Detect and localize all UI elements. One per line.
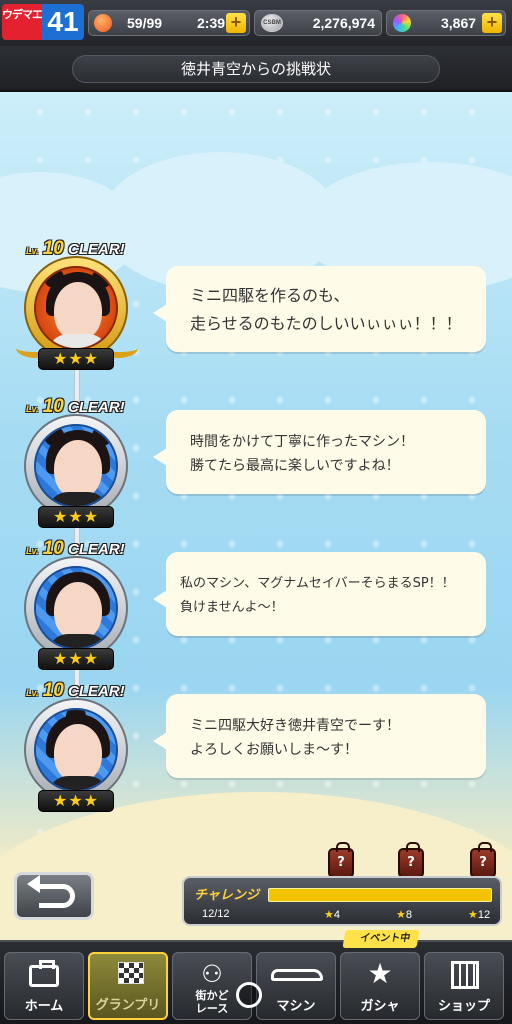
challenge-milestone: ★4 bbox=[324, 909, 340, 921]
coin-value: 2,276,974 bbox=[312, 15, 375, 31]
speech-line: よろしくお願いしま～す！ bbox=[190, 742, 358, 758]
clear-badge-level: 10 bbox=[42, 396, 64, 417]
rank-label: ウデマエ bbox=[2, 4, 43, 40]
star-rating: ★★★ bbox=[38, 648, 114, 670]
gem-box: 3,867 + bbox=[386, 10, 506, 36]
speech-bubble: ミニ四駆大好き徳井青空でーす！ よろしくお願いしま～す！ bbox=[153, 694, 486, 778]
add-gem-button[interactable]: + bbox=[482, 13, 502, 33]
reward-bag-icon[interactable]: ? bbox=[398, 842, 424, 878]
avatar-medal[interactable] bbox=[24, 556, 128, 660]
reward-bag-icon[interactable]: ? bbox=[470, 842, 496, 878]
speech-line: 時間をかけて丁寧に作ったマシン！ bbox=[190, 434, 414, 450]
avatar bbox=[34, 266, 118, 350]
car-icon bbox=[271, 969, 323, 981]
star-rating: ★★★ bbox=[38, 348, 114, 370]
back-button[interactable] bbox=[14, 872, 94, 920]
challenge-count: 12/12 bbox=[202, 908, 230, 920]
people-icon: ⚇ bbox=[201, 960, 223, 988]
challenge-milestone: ★8 bbox=[396, 909, 412, 921]
clear-badge-level: 10 bbox=[42, 538, 64, 559]
speech-line: 私のマシン、マグナムセイバーそらまるSP！！ bbox=[180, 576, 455, 591]
toolbox-icon bbox=[29, 960, 59, 987]
avatar bbox=[34, 708, 118, 792]
clear-badge-lv: Lv. bbox=[26, 246, 39, 256]
nav-home[interactable]: ホーム bbox=[4, 952, 84, 1020]
nav-label: ショップ bbox=[437, 999, 490, 1014]
speech-bubble: ミニ四駆を作るのも、 走らせるのもたのしいいぃぃぃ！！！ bbox=[153, 266, 486, 352]
stamina-value: 59/99 bbox=[127, 15, 163, 31]
reward-bag-icon[interactable]: ? bbox=[328, 842, 354, 878]
nav-shop[interactable]: ショップ bbox=[424, 952, 504, 1020]
nav-machine[interactable]: マシン bbox=[256, 952, 336, 1020]
checkered-flag-icon bbox=[118, 962, 144, 984]
event-badge: イベント中 bbox=[342, 930, 420, 948]
nav-label: マシン bbox=[276, 999, 316, 1014]
speech-line: ミニ四駆を作るのも、 bbox=[190, 286, 350, 305]
back-arrow-icon bbox=[27, 875, 75, 908]
rank-value: 41 bbox=[42, 4, 84, 40]
speech-bubble: 時間をかけて丁寧に作ったマシン！ 勝てたら最高に楽しいですよね！ bbox=[153, 410, 486, 494]
add-stamina-button[interactable]: + bbox=[226, 13, 246, 33]
challenge-label: チャレンジ bbox=[194, 888, 259, 903]
page-title: 徳井青空からの挑戦状 bbox=[72, 55, 440, 83]
coin-icon: CSBM bbox=[261, 14, 283, 32]
clear-badge-level: 10 bbox=[42, 238, 64, 259]
avatar-medal[interactable] bbox=[16, 256, 138, 360]
coin-box: CSBM 2,276,974 bbox=[254, 10, 382, 36]
challenge-progress: チャレンジ 12/12 ★4 ★8 ★12 bbox=[182, 876, 502, 926]
rank-badge: ウデマエ 41 bbox=[2, 4, 84, 40]
avatar-medal[interactable] bbox=[24, 414, 128, 518]
gem-icon bbox=[393, 14, 411, 32]
nav-label: ホーム bbox=[24, 999, 64, 1014]
avatar bbox=[34, 566, 118, 650]
clear-badge-lv: Lv. bbox=[26, 404, 39, 414]
nav-grandprix[interactable]: グランプリ bbox=[88, 952, 168, 1020]
heart-icon bbox=[94, 14, 112, 32]
challenge-progress-bar bbox=[268, 888, 492, 902]
star-rating: ★★★ bbox=[38, 506, 114, 528]
star-rating: ★★★ bbox=[38, 790, 114, 812]
star-icon: ★ bbox=[367, 957, 393, 990]
avatar bbox=[34, 424, 118, 508]
status-bar: ウデマエ 41 59/99 2:39 + CSBM 2,276,974 3,86… bbox=[0, 0, 512, 46]
shop-icon bbox=[451, 961, 479, 989]
nav-gacha[interactable]: ★ ガシャ bbox=[340, 952, 420, 1020]
challenge-milestone: ★12 bbox=[468, 909, 491, 921]
stage-row[interactable]: Lv. 10 CLEAR! ★★★ ミニ四駆を作るのも、 走らせるのもたのしいい… bbox=[0, 238, 512, 378]
stage-row[interactable]: Lv. 10 CLEAR! ★★★ 私のマシン、マグナムセイバーそらまるSP！！… bbox=[0, 538, 512, 678]
clear-badge-lv: Lv. bbox=[26, 688, 39, 698]
nav-label: ガシャ bbox=[360, 999, 400, 1014]
clear-badge-lv: Lv. bbox=[26, 546, 39, 556]
stage-row[interactable]: Lv. 10 CLEAR! ★★★ 時間をかけて丁寧に作ったマシン！ 勝てたら最… bbox=[0, 396, 512, 536]
nav-label: グランプリ bbox=[95, 998, 161, 1013]
avatar-medal[interactable] bbox=[24, 698, 128, 802]
clear-badge-level: 10 bbox=[42, 680, 64, 701]
stamina-box: 59/99 2:39 + bbox=[88, 10, 250, 36]
stamina-timer: 2:39 bbox=[197, 15, 226, 31]
title-bar: 徳井青空からの挑戦状 bbox=[0, 46, 512, 92]
speech-line: 負けませんよ～！ bbox=[180, 600, 284, 615]
speech-line: 走らせるのもたのしいいぃぃぃ！！！ bbox=[190, 314, 462, 333]
gem-value: 3,867 bbox=[441, 15, 477, 31]
speech-line: 勝てたら最高に楽しいですよね！ bbox=[190, 458, 400, 474]
bottom-nav: ホーム グランプリ ⚇ 街かど レース マシン ★ ガシャ ショップ bbox=[0, 940, 512, 1024]
speech-line: ミニ四駆大好き徳井青空でーす！ bbox=[190, 718, 400, 734]
stage-row[interactable]: Lv. 10 CLEAR! ★★★ ミニ四駆大好き徳井青空でーす！ よろしくお願… bbox=[0, 680, 512, 820]
touch-indicator-icon bbox=[236, 982, 262, 1008]
speech-bubble: 私のマシン、マグナムセイバーそらまるSP！！ 負けませんよ～！ bbox=[153, 552, 486, 636]
